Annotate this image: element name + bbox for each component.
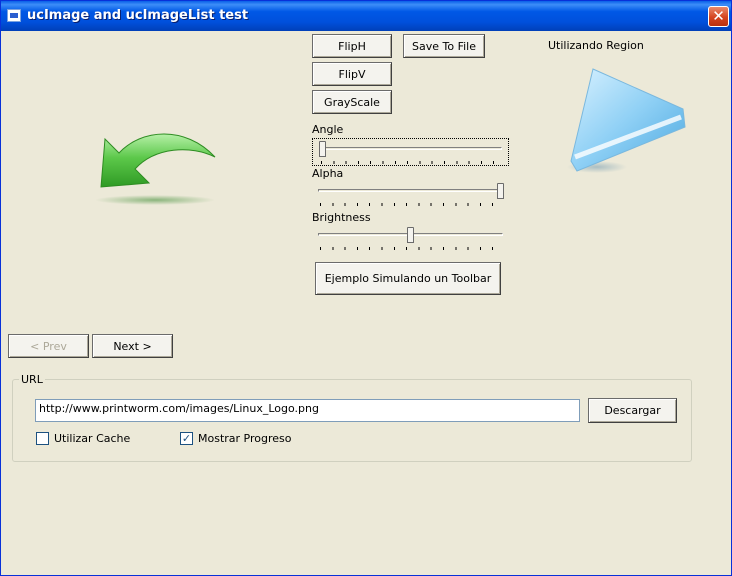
use-cache-checkbox[interactable] <box>36 432 49 445</box>
angle-slider-ticks <box>321 161 500 164</box>
show-progress-checkbox[interactable]: ✓ <box>180 432 193 445</box>
green-back-arrow-icon <box>95 133 216 205</box>
angle-slider-thumb[interactable] <box>319 141 326 157</box>
region-label: Utilizando Region <box>548 39 644 52</box>
brightness-slider-ticks <box>320 247 501 250</box>
brightness-slider-thumb[interactable] <box>407 227 414 243</box>
alpha-slider-track <box>318 189 503 192</box>
app-icon[interactable] <box>7 9 21 22</box>
angle-slider[interactable] <box>312 138 509 166</box>
flipv-button[interactable]: FlipV <box>312 62 392 86</box>
alpha-slider[interactable] <box>312 181 509 209</box>
use-cache-label[interactable]: Utilizar Cache <box>54 432 130 445</box>
checkmark-icon: ✓ <box>181 432 192 445</box>
alpha-slider-ticks <box>320 203 501 206</box>
title-bar[interactable]: ucImage and ucImageList test ✕ <box>1 1 731 31</box>
app-window: ucImage and ucImageList test ✕ FlipH Sav… <box>0 0 732 576</box>
url-input[interactable]: http://www.printworm.com/images/Linux_Lo… <box>35 399 580 422</box>
download-button[interactable]: Descargar <box>588 398 677 423</box>
close-button[interactable]: ✕ <box>708 6 729 27</box>
window-title: ucImage and ucImageList test <box>27 8 249 23</box>
show-progress-label[interactable]: Mostrar Progreso <box>198 432 292 445</box>
save-to-file-button[interactable]: Save To File <box>403 34 485 58</box>
brightness-slider[interactable] <box>312 225 509 253</box>
next-button[interactable]: Next > <box>92 334 173 358</box>
angle-slider-track <box>319 147 502 150</box>
toolbar-example-button[interactable]: Ejemplo Simulando un Toolbar <box>315 262 501 295</box>
alpha-label: Alpha <box>312 167 344 180</box>
alpha-slider-thumb[interactable] <box>497 183 504 199</box>
fliph-button[interactable]: FlipH <box>312 34 392 58</box>
blue-play-triangle-icon <box>567 68 686 173</box>
brightness-label: Brightness <box>312 211 371 224</box>
url-group-label: URL <box>19 373 45 386</box>
prev-button[interactable]: < Prev <box>8 334 89 358</box>
angle-label: Angle <box>312 123 344 136</box>
grayscale-button[interactable]: GrayScale <box>312 90 392 114</box>
